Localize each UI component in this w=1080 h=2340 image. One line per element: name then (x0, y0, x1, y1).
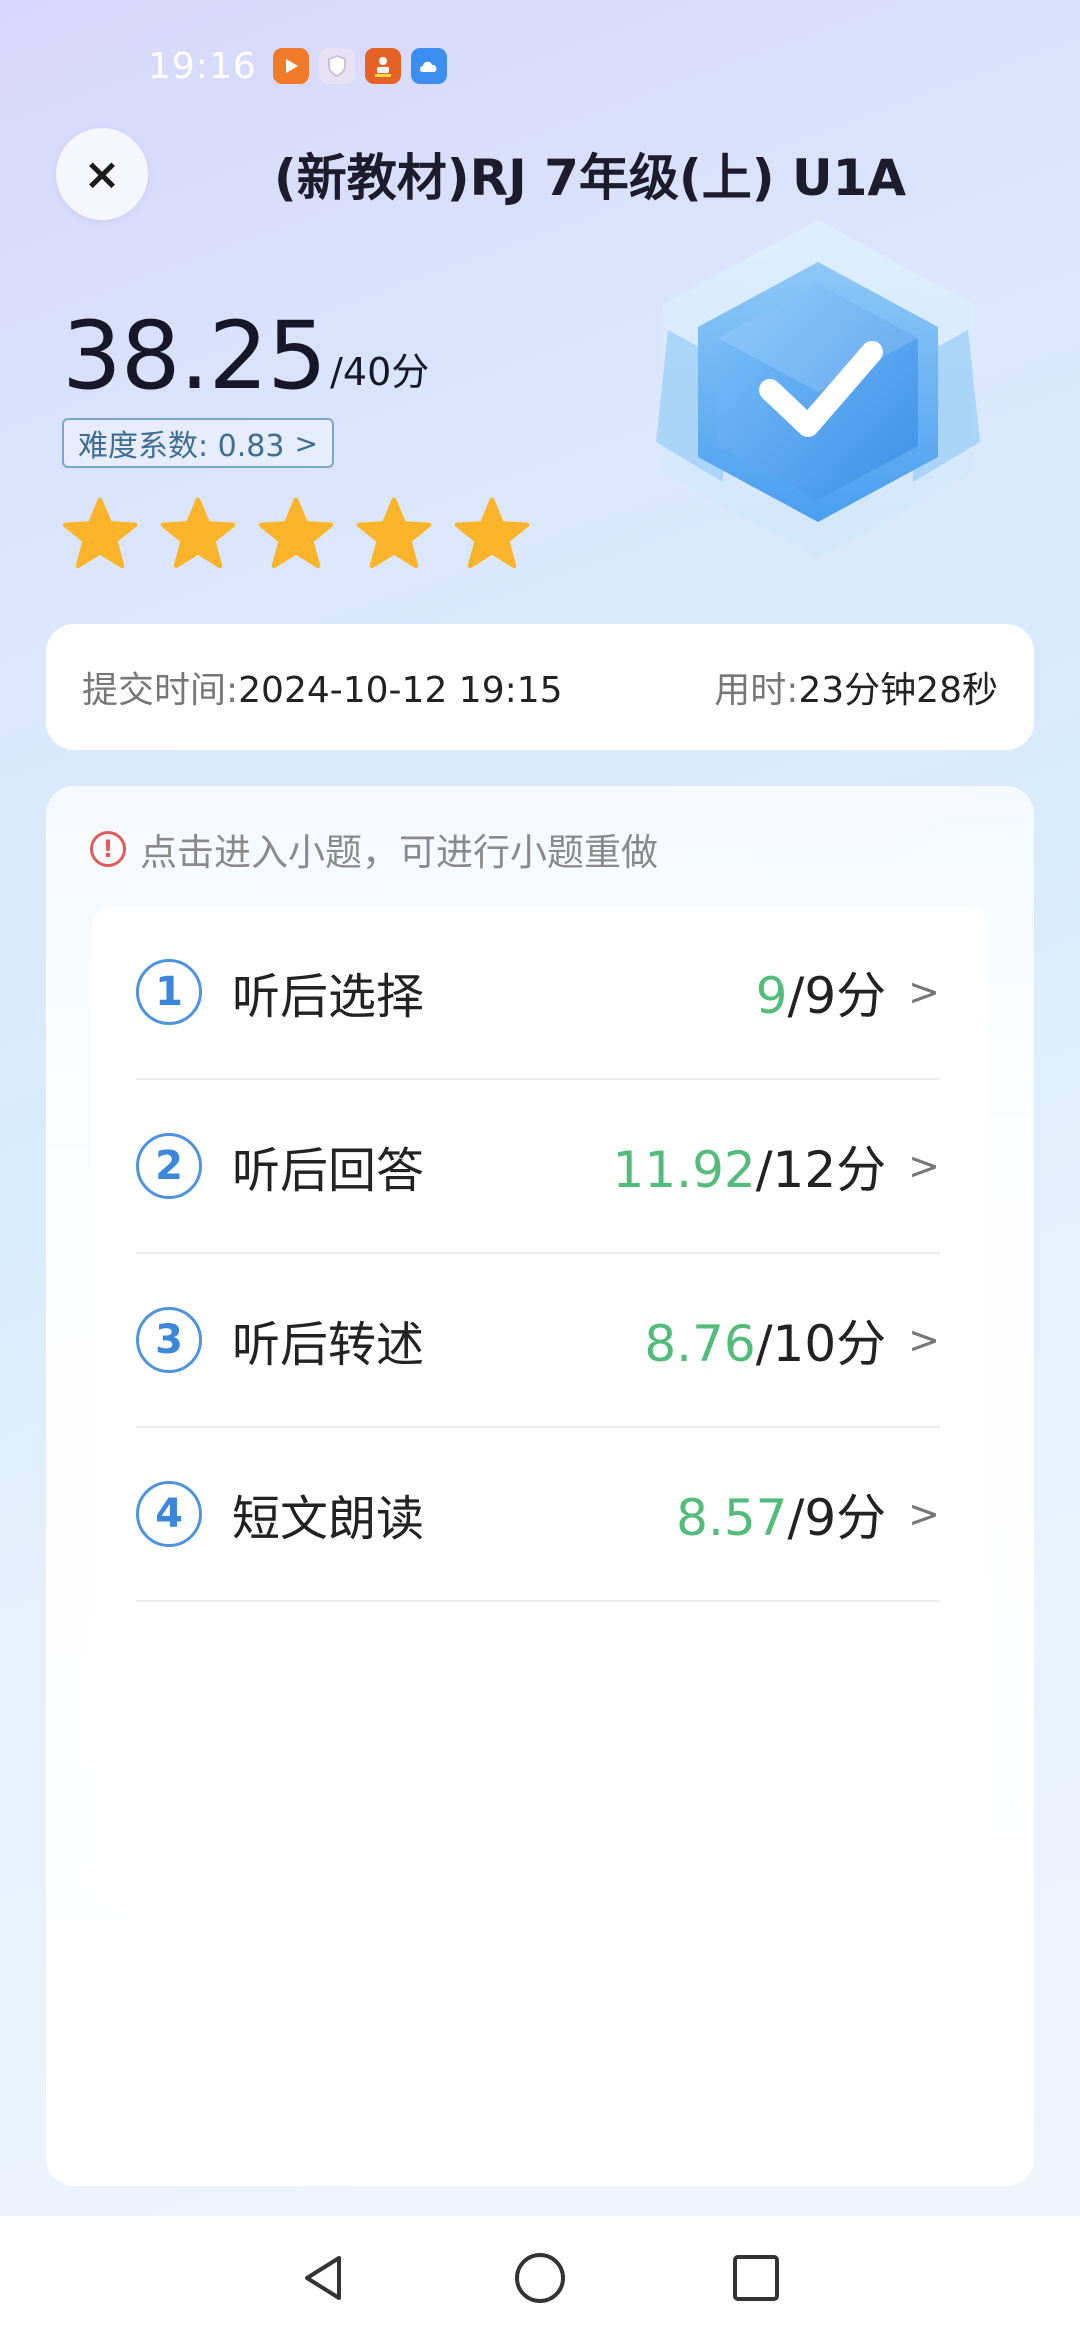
difficulty-button[interactable]: 难度系数: 0.83 > (62, 418, 334, 468)
submit-time: 提交时间:2024-10-12 19:15 (82, 661, 563, 713)
section-row[interactable]: 2 听后回答 11.92/12分 > (136, 1080, 940, 1254)
chevron-right-icon: > (294, 426, 318, 460)
section-label: 听后转述 (232, 1317, 425, 1373)
alert-icon: ! (90, 831, 126, 867)
status-time: 19:16 (148, 45, 257, 87)
submit-time-value: 2024-10-12 19:15 (238, 670, 563, 711)
difficulty-label: 难度系数: 0.83 (78, 429, 285, 464)
score-total: /40分 (330, 350, 430, 394)
close-icon: × (83, 148, 121, 200)
section-number: 2 (136, 1133, 202, 1199)
chevron-right-icon: > (908, 1144, 940, 1188)
section-label: 听后回答 (232, 1143, 425, 1199)
section-score-got: 8.76 (644, 1315, 756, 1373)
status-bar: 19:16 (148, 44, 447, 88)
star-rating (62, 496, 530, 572)
star-icon (62, 497, 138, 569)
star-icon (258, 497, 334, 569)
section-score-got: 11.92 (612, 1141, 756, 1199)
section-score: 8.57/9分 (676, 1478, 886, 1550)
section-score: 8.76/10分 (644, 1304, 886, 1376)
chevron-right-icon: > (908, 1492, 940, 1536)
page-title: (新教材)RJ 7年级(上) U1A (273, 149, 907, 207)
duration-label: 用时: (714, 670, 799, 711)
section-row[interactable]: 1 听后选择 9/9分 > (136, 906, 940, 1080)
back-button[interactable] (296, 2250, 352, 2306)
chevron-right-icon: > (908, 970, 940, 1014)
game-app-icon (364, 48, 401, 84)
section-score-total: /9分 (787, 1489, 887, 1547)
video-app-icon (272, 48, 309, 84)
section-score-got: 9 (755, 967, 788, 1025)
system-nav-bar (0, 2216, 1080, 2340)
section-list-card: ! 点击进入小题，可进行小题重做 1 听后选择 9/9分 > 2 听后回答 11… (46, 786, 1034, 2186)
checkmark-badge-icon (656, 220, 980, 558)
section-score-total: /10分 (755, 1315, 887, 1373)
submission-info-card: 提交时间:2024-10-12 19:15 用时:23分钟28秒 (46, 624, 1034, 750)
duration-value: 23分钟28秒 (798, 670, 998, 711)
star-icon (356, 497, 432, 569)
section-score-got: 8.57 (676, 1489, 788, 1547)
section-list: 1 听后选择 9/9分 > 2 听后回答 11.92/12分 > 3 听后转述 … (92, 906, 988, 1906)
section-label: 短文朗读 (232, 1491, 425, 1547)
shield-app-icon (318, 48, 355, 84)
section-row[interactable]: 4 短文朗读 8.57/9分 > (136, 1428, 940, 1602)
star-icon (160, 497, 236, 569)
section-number: 4 (136, 1481, 202, 1547)
star-icon (454, 497, 530, 569)
back-triangle-icon (305, 2256, 341, 2300)
close-button[interactable]: × (56, 128, 148, 220)
section-number: 3 (136, 1307, 202, 1373)
submit-time-label: 提交时间: (82, 670, 239, 711)
cloud-app-icon (410, 48, 447, 84)
chevron-right-icon: > (908, 1318, 940, 1362)
section-score: 9/9分 (756, 956, 886, 1028)
score-value: 38.25 (62, 302, 327, 411)
section-score-total: /9分 (787, 967, 887, 1025)
recents-button[interactable] (728, 2250, 784, 2306)
score-display: 38.25 /40分 (62, 310, 429, 404)
section-number: 1 (136, 959, 202, 1025)
section-row[interactable]: 3 听后转述 8.76/10分 > (136, 1254, 940, 1428)
home-circle-icon (515, 2253, 565, 2303)
redo-notice: ! 点击进入小题，可进行小题重做 (90, 822, 658, 876)
home-button[interactable] (512, 2250, 568, 2306)
recents-square-icon (733, 2255, 779, 2301)
section-score: 11.92/12分 (613, 1130, 887, 1202)
duration: 用时:23分钟28秒 (714, 661, 998, 713)
notice-text: 点击进入小题，可进行小题重做 (140, 831, 658, 874)
section-score-total: /12分 (755, 1141, 887, 1199)
section-label: 听后选择 (232, 969, 425, 1025)
